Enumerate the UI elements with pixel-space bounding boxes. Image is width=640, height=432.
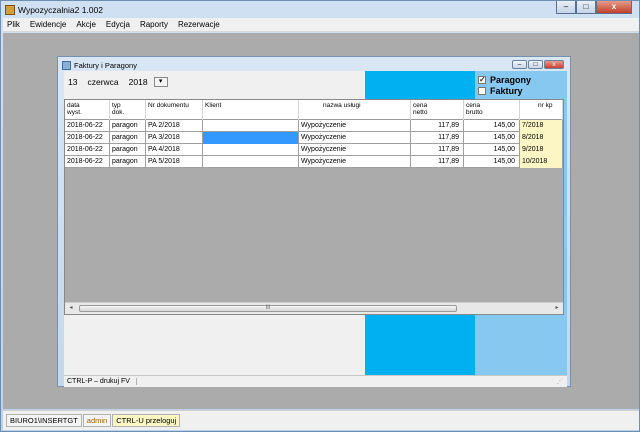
window-controls: – □ x (556, 1, 632, 14)
cell-nr-kp: 9/2018 (520, 144, 563, 156)
cell-cena-netto: 117,89 (411, 120, 464, 132)
date-year: 2018 (128, 77, 148, 87)
scroll-thumb[interactable]: III (79, 305, 457, 312)
col-header-nr-kp[interactable]: nr kp (520, 100, 563, 120)
col-header-cena-netto[interactable]: cena netto (411, 100, 464, 120)
cell-cena-netto: 117,89 (411, 156, 464, 168)
col-header-nr-dokumentu[interactable]: Nr dokumentu (146, 100, 203, 120)
menubar: Plik Ewidencje Akcje Edycja Raporty Reze… (3, 18, 639, 32)
app-statusbar: BIURO1\INSERTGT admin CTRL-U przeloguj (3, 410, 639, 430)
cell-nr-dokumentu: PA 3/2018 (146, 132, 203, 144)
cell-klient (203, 120, 299, 132)
cell-typ: paragon (110, 120, 146, 132)
table-row[interactable]: 2018-06-22 paragon PA 2/2018 Wypożyczeni… (65, 120, 563, 132)
cell-cena-brutto: 145,00 (464, 132, 520, 144)
cell-klient (203, 156, 299, 168)
cell-cena-brutto: 145,00 (464, 144, 520, 156)
cell-cena-netto: 117,89 (411, 144, 464, 156)
minimize-button[interactable]: – (556, 1, 576, 14)
col-header-nazwa-uslugi[interactable]: nazwa usługi (299, 100, 411, 120)
app-icon (5, 5, 15, 15)
cell-klient-selected[interactable] (203, 132, 299, 144)
faktury-paragony-window: Faktury i Paragony – □ x 13 czerwca 2018… (57, 56, 571, 387)
cell-nazwa-uslugi: Wypożyczenie (299, 132, 411, 144)
faktury-check-icon[interactable] (478, 87, 486, 95)
app-titlebar: Wypozyczalnia2 1.002 (5, 3, 103, 17)
cell-nr-dokumentu: PA 5/2018 (146, 156, 203, 168)
cell-klient (203, 144, 299, 156)
paragony-label: Paragony (490, 75, 532, 85)
child-titlebar: Faktury i Paragony (62, 59, 137, 71)
menu-raporty[interactable]: Raporty (140, 20, 168, 29)
close-button[interactable]: x (596, 1, 632, 14)
print-hint: CTRL-P – drukuj FV (67, 378, 137, 385)
child-window-controls: – □ x (511, 60, 564, 69)
date-day: 13 (68, 77, 78, 87)
paragony-check-icon[interactable]: ✓ (478, 76, 486, 84)
child-client-area: 13 czerwca 2018 ▾ ✓ Paragony Faktury dat… (64, 71, 567, 387)
cell-cena-brutto: 145,00 (464, 156, 520, 168)
menu-plik[interactable]: Plik (7, 20, 20, 29)
cell-nr-dokumentu: PA 4/2018 (146, 144, 203, 156)
faktury-checkbox[interactable]: Faktury (478, 86, 523, 96)
table-row[interactable]: 2018-06-22 paragon PA 3/2018 Wypożyczeni… (65, 132, 563, 144)
child-close-button[interactable]: x (544, 60, 564, 69)
cell-data: 2018-06-22 (65, 144, 110, 156)
cell-nazwa-uslugi: Wypożyczenie (299, 144, 411, 156)
paragony-checkbox[interactable]: ✓ Paragony (478, 75, 531, 85)
col-header-typ[interactable]: typ dok. (110, 100, 146, 120)
grid-header: data wyst. typ dok. Nr dokumentu Klient na (65, 100, 563, 120)
status-host: BIURO1\INSERTGT (6, 414, 82, 427)
cell-data: 2018-06-22 (65, 120, 110, 132)
table-row[interactable]: 2018-06-22 paragon PA 4/2018 Wypożyczeni… (65, 144, 563, 156)
app-window: Wypozyczalnia2 1.002 – □ x Plik Ewidencj… (0, 0, 640, 432)
child-minimize-button[interactable]: – (512, 60, 527, 69)
cell-cena-brutto: 145,00 (464, 120, 520, 132)
cell-nr-dokumentu: PA 2/2018 (146, 120, 203, 132)
col-header-data[interactable]: data wyst. (65, 100, 110, 120)
resize-grip-icon[interactable]: ⋰ (557, 378, 565, 386)
date-picker[interactable]: 13 czerwca 2018 ▾ (68, 77, 168, 87)
calendar-dropdown-icon[interactable]: ▾ (153, 77, 168, 87)
cell-typ: paragon (110, 144, 146, 156)
menu-ewidencje[interactable]: Ewidencje (30, 20, 66, 29)
cell-data: 2018-06-22 (65, 156, 110, 168)
status-relogin-hint: CTRL-U przeloguj (112, 414, 181, 427)
grid-body: data wyst. typ dok. Nr dokumentu Klient na (65, 100, 563, 302)
child-statusbar: CTRL-P – drukuj FV ⋰ (64, 375, 567, 387)
cell-nr-kp: 8/2018 (520, 132, 563, 144)
cell-data: 2018-06-22 (65, 132, 110, 144)
col-header-cena-brutto[interactable]: cena brutto (464, 100, 520, 120)
faktury-label: Faktury (490, 86, 523, 96)
app-title: Wypozyczalnia2 1.002 (18, 5, 103, 15)
menu-akcje[interactable]: Akcje (76, 20, 96, 29)
horizontal-scrollbar[interactable]: ◂ III ▸ (65, 302, 563, 314)
cell-nr-kp: 10/2018 (520, 156, 563, 168)
maximize-button[interactable]: □ (576, 1, 596, 14)
menu-rezerwacje[interactable]: Rezerwacje (178, 20, 220, 29)
status-user: admin (82, 414, 112, 427)
documents-grid[interactable]: data wyst. typ dok. Nr dokumentu Klient na (64, 99, 564, 315)
scroll-left-icon[interactable]: ◂ (65, 303, 77, 314)
cell-nr-kp: 7/2018 (520, 120, 563, 132)
cell-nazwa-uslugi: Wypożyczenie (299, 120, 411, 132)
cell-cena-netto: 117,89 (411, 132, 464, 144)
cell-nazwa-uslugi: Wypożyczenie (299, 156, 411, 168)
scroll-right-icon[interactable]: ▸ (551, 303, 563, 314)
date-month: czerwca (87, 77, 119, 87)
child-title: Faktury i Paragony (74, 60, 137, 70)
cell-typ: paragon (110, 132, 146, 144)
child-maximize-button[interactable]: □ (528, 60, 543, 69)
cell-typ: paragon (110, 156, 146, 168)
menu-edycja[interactable]: Edycja (106, 20, 130, 29)
table-row[interactable]: 2018-06-22 paragon PA 5/2018 Wypożyczeni… (65, 156, 563, 168)
document-icon (62, 60, 71, 70)
col-header-klient[interactable]: Klient (203, 100, 299, 120)
